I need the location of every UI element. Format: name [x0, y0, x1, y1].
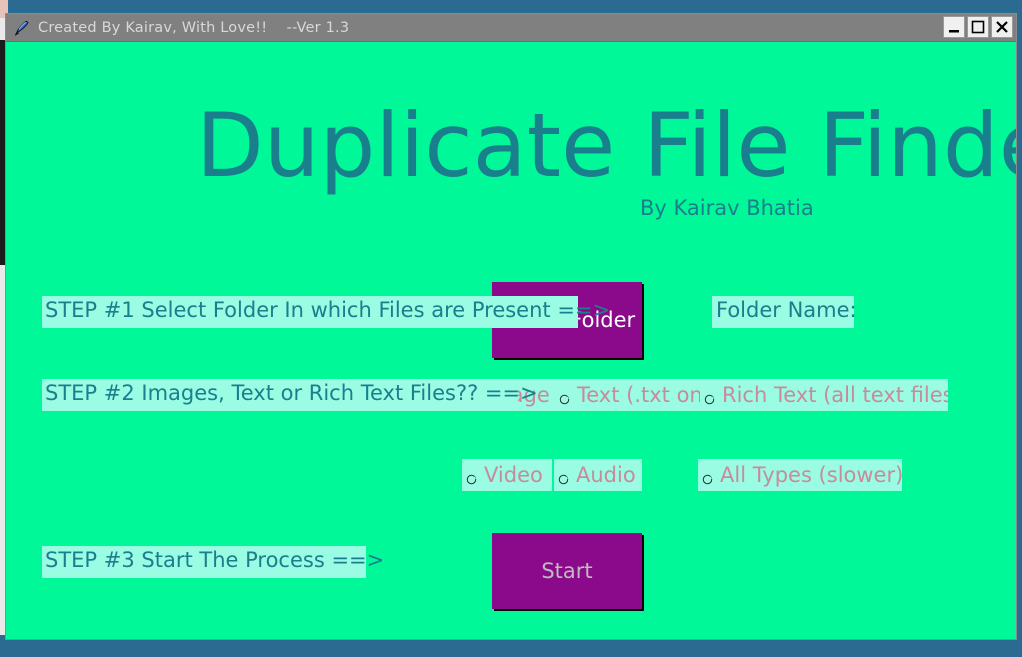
- page-subtitle: By Kairav Bhatia: [640, 196, 814, 220]
- radio-label-audio: Audio: [576, 463, 636, 487]
- radio-option-rich-text[interactable]: Rich Text (all text files): [700, 379, 948, 411]
- radio-circle-icon: [558, 470, 569, 481]
- radio-circle-icon: [466, 470, 477, 481]
- page-title: Duplicate File Finder: [196, 102, 1016, 190]
- radio-option-video[interactable]: Video: [462, 459, 552, 491]
- close-button[interactable]: [991, 16, 1013, 38]
- screen: Created By Kairav, With Love!! --Ver 1.3…: [0, 0, 1022, 657]
- title-bar: Created By Kairav, With Love!! --Ver 1.3: [6, 14, 1016, 42]
- start-button[interactable]: Start: [492, 533, 642, 609]
- window-controls: [943, 16, 1013, 38]
- maximize-button[interactable]: [967, 16, 989, 38]
- radio-label-video: Video: [484, 463, 543, 487]
- radio-option-text[interactable]: Text (.txt only): [555, 379, 707, 411]
- step1-label: STEP #1 Select Folder In which Files are…: [42, 296, 578, 328]
- radio-option-audio[interactable]: Audio: [554, 459, 642, 491]
- radio-circle-icon: [559, 390, 570, 401]
- client-area: Duplicate File Finder By Kairav Bhatia S…: [6, 42, 1016, 640]
- folder-name-label: Folder Name:: [712, 296, 854, 328]
- radio-option-all-types[interactable]: All Types (slower): [698, 459, 902, 491]
- application-window: Created By Kairav, With Love!! --Ver 1.3…: [5, 13, 1017, 640]
- feather-pen-icon: [12, 19, 30, 37]
- radio-label-all-types: All Types (slower): [720, 463, 902, 487]
- window-title: Created By Kairav, With Love!! --Ver 1.3: [38, 20, 349, 36]
- step2-label: STEP #2 Images, Text or Rich Text Files?…: [42, 379, 518, 411]
- step3-label: STEP #3 Start The Process ==>: [42, 546, 366, 578]
- radio-circle-icon: [704, 390, 715, 401]
- radio-circle-icon: [702, 470, 713, 481]
- radio-label-text: Text (.txt only): [577, 383, 707, 407]
- minimize-button[interactable]: [943, 16, 965, 38]
- radio-label-rich-text: Rich Text (all text files): [722, 383, 948, 407]
